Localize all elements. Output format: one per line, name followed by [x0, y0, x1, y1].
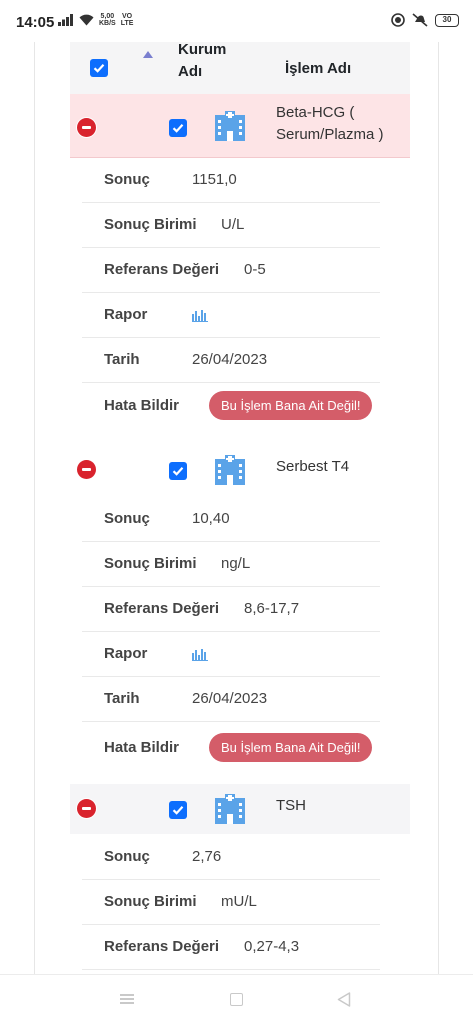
system-navigation-bar — [0, 974, 473, 1024]
detail-row-report: Rapor — [82, 632, 380, 677]
volte-bottom: LTE — [120, 20, 134, 27]
label-error: Hata Bildir — [104, 739, 180, 756]
header-kurum-adi[interactable]: Kurum Adı — [178, 42, 238, 83]
value-unit: U/L — [221, 216, 245, 233]
network-speed-value: 5,00 — [100, 13, 115, 20]
recent-apps-icon[interactable] — [120, 994, 134, 1004]
wifi-icon — [79, 14, 94, 26]
islem-name: Beta-HCG ( Serum/Plazma ) — [276, 104, 384, 143]
label-unit: Sonuç Birimi — [104, 893, 197, 910]
islem-name: Serbest T4 — [276, 458, 350, 475]
value-result: 2,76 — [192, 848, 222, 865]
table-row[interactable]: TSH — [70, 784, 410, 834]
table-row[interactable]: Beta-HCG ( Serum/Plazma ) — [70, 94, 410, 158]
table-header: Kurum Adı İşlem Adı — [70, 42, 410, 94]
islem-name: TSH — [276, 797, 306, 814]
status-left-icons: 5,00 KB/S VO LTE — [58, 13, 133, 27]
value-unit: mU/L — [221, 893, 257, 910]
detail-row-error: Hata Bildir Bu İşlem Bana Ait Değil! — [82, 726, 380, 771]
value-reference: 8,6-17,7 — [244, 600, 300, 617]
value-reference: 0-5 — [244, 261, 266, 278]
detail-row-reference: Referans Değeri 0-5 — [82, 248, 380, 293]
label-unit: Sonuç Birimi — [104, 216, 197, 233]
value-unit: ng/L — [221, 555, 251, 572]
page-content: Kurum Adı İşlem Adı Beta-HCG ( Serum/Pla… — [0, 42, 473, 974]
label-date: Tarih — [104, 690, 140, 707]
back-icon[interactable] — [337, 992, 351, 1007]
header-kurum-line1: Kurum — [178, 42, 227, 58]
record-icon — [391, 13, 405, 27]
label-reference: Referans Değeri — [104, 261, 220, 278]
label-reference: Referans Değeri — [104, 600, 220, 617]
detail-row-result: Sonuç 10,40 — [82, 497, 380, 542]
detail-row-date: Tarih 26/04/2023 — [82, 338, 380, 383]
label-date: Tarih — [104, 351, 140, 368]
detail-row-reference: Referans Değeri 0,27-4,3 — [82, 925, 380, 970]
battery-indicator: 30 — [435, 13, 459, 27]
detail-row-error: Hata Bildir Bu İşlem Bana Ait Değil! — [82, 384, 380, 429]
detail-row-unit: Sonuç Birimi mU/L — [82, 880, 380, 925]
status-time: 14:05 — [16, 14, 55, 31]
table-row[interactable]: Serbest T4 — [70, 440, 410, 504]
detail-row-unit: Sonuç Birimi U/L — [82, 203, 380, 248]
label-error: Hata Bildir — [104, 397, 180, 414]
report-error-button[interactable]: Bu İşlem Bana Ait Değil! — [209, 391, 373, 420]
value-result: 10,40 — [192, 510, 230, 527]
minus-circle-icon[interactable] — [77, 460, 96, 479]
row-checkbox[interactable] — [169, 462, 187, 480]
minus-circle-icon[interactable] — [77, 799, 96, 818]
home-icon[interactable] — [230, 993, 243, 1006]
hospital-icon — [215, 111, 245, 141]
detail-row-date: Tarih 26/04/2023 — [82, 677, 380, 722]
sort-asc-icon[interactable] — [143, 51, 153, 58]
bar-chart-icon[interactable] — [192, 308, 208, 322]
value-reference: 0,27-4,3 — [244, 938, 300, 955]
signal-icon — [58, 14, 73, 26]
value-date: 26/04/2023 — [192, 351, 268, 368]
label-result: Sonuç — [104, 848, 150, 865]
label-report: Rapor — [104, 645, 148, 662]
network-speed-unit: KB/S — [99, 20, 116, 27]
bar-chart-icon[interactable] — [192, 647, 208, 661]
detail-row-report: Rapor — [82, 293, 380, 338]
volte-indicator: VO LTE — [121, 13, 134, 27]
select-all-checkbox[interactable] — [90, 59, 108, 77]
row-checkbox[interactable] — [169, 119, 187, 137]
detail-row-unit: Sonuç Birimi ng/L — [82, 542, 380, 587]
label-unit: Sonuç Birimi — [104, 555, 197, 572]
label-result: Sonuç — [104, 171, 150, 188]
header-islem-adi[interactable]: İşlem Adı — [285, 60, 351, 77]
value-result: 1151,0 — [192, 171, 237, 188]
detail-row-result: Sonuç 1151,0 — [82, 158, 380, 203]
label-report: Rapor — [104, 306, 148, 323]
mute-icon — [412, 13, 428, 27]
hospital-icon — [215, 794, 245, 824]
label-result: Sonuç — [104, 510, 150, 527]
volte-top: VO — [122, 13, 133, 20]
row-checkbox[interactable] — [169, 801, 187, 819]
minus-circle-icon[interactable] — [77, 118, 96, 137]
detail-row-reference: Referans Değeri 8,6-17,7 — [82, 587, 380, 632]
report-error-button[interactable]: Bu İşlem Bana Ait Değil! — [209, 733, 373, 762]
header-kurum-line2: Adı — [178, 63, 203, 80]
value-date: 26/04/2023 — [192, 690, 268, 707]
detail-row-result: Sonuç 2,76 — [82, 835, 380, 880]
network-speed: 5,00 KB/S — [99, 13, 116, 27]
status-right-icons: 30 — [391, 13, 459, 27]
hospital-icon — [215, 455, 245, 485]
status-bar: 14:05 5,00 KB/S VO LTE 30 — [0, 0, 473, 42]
label-reference: Referans Değeri — [104, 938, 220, 955]
